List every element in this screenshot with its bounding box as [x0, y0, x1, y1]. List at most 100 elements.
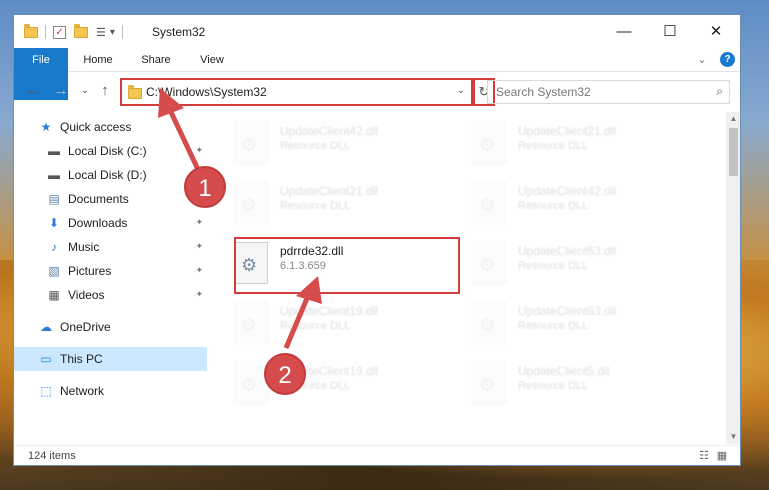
sidebar-item-local-disk-d[interactable]: ▬Local Disk (D:)✦ [14, 163, 207, 187]
sidebar-item-label: Network [60, 384, 105, 398]
file-description: Resource DLL [518, 140, 589, 152]
minimize-button[interactable]: — [601, 15, 647, 48]
file-item[interactable]: UpdateClient42.dll Resource DLL [234, 116, 464, 168]
status-bar: 124 items ☷ ▦ [14, 445, 740, 465]
folder-icon [128, 85, 142, 99]
ribbon-tabs: File Home Share View ⌄ ? [14, 48, 740, 100]
computer-icon: ▭ [40, 352, 52, 366]
file-item[interactable]: UpdateClient21.dll Resource DLL [472, 116, 702, 168]
sidebar-item-label: This PC [60, 352, 103, 366]
forward-button[interactable]: → [52, 81, 70, 101]
file-description: Resource DLL [280, 140, 351, 152]
tab-share[interactable]: Share [134, 48, 178, 72]
properties-icon[interactable]: ✓ [53, 25, 66, 39]
sidebar-item-network[interactable]: ⬚ Network [14, 379, 207, 403]
ribbon-expand-icon[interactable]: ⌄ [694, 48, 710, 72]
up-button[interactable]: ↑ [96, 81, 114, 101]
sidebar-item-music[interactable]: ♪ Music ✦ [14, 235, 207, 259]
file-description: Resource DLL [518, 260, 589, 272]
vertical-scrollbar[interactable]: ▲ ▼ [726, 112, 740, 444]
tab-home[interactable]: Home [76, 48, 120, 72]
star-icon: ★ [40, 120, 52, 134]
view-options-icon[interactable]: ☰ [96, 26, 106, 39]
search-input[interactable]: Search System32 ⌕ [487, 80, 730, 104]
chevron-down-icon[interactable]: ⌄ [457, 85, 465, 96]
file-item[interactable]: UpdateClient5.dll Resource DLL [472, 356, 702, 408]
toolbar-divider [45, 25, 46, 39]
file-name: UpdateClient5.dll [518, 364, 610, 378]
drive-icon: ▬ [48, 168, 60, 182]
maximize-button[interactable]: ☐ [647, 15, 693, 48]
sidebar-item-label: Local Disk (C:) [68, 144, 147, 158]
pin-icon[interactable]: ✦ [195, 289, 203, 300]
search-placeholder: Search System32 [496, 85, 591, 99]
download-icon: ⬇ [48, 216, 60, 230]
sidebar-item-label: Music [68, 240, 100, 254]
address-bar[interactable]: C:\Windows\System32 ⌄ ↻ [120, 78, 495, 106]
scroll-up-icon[interactable]: ▲ [726, 112, 740, 126]
item-count: 124 items [28, 450, 76, 462]
dll-file-icon [472, 362, 506, 404]
file-description: Resource DLL [280, 320, 351, 332]
file-description: Resource DLL [280, 200, 351, 212]
sidebar-item-label: Local Disk (D:) [68, 168, 147, 182]
tab-view[interactable]: View [190, 48, 234, 72]
dll-file-icon [234, 302, 268, 344]
large-icons-view-icon[interactable]: ▦ [715, 449, 729, 463]
file-item[interactable]: UpdateClient63.dll Resource DLL [472, 296, 702, 348]
title-bar: ✓ ☰ ▾ System32 — ☐ ✕ [14, 15, 740, 48]
sidebar-item-label: Documents [68, 192, 129, 206]
sidebar-item-videos[interactable]: ▦ Videos ✦ [14, 283, 207, 307]
file-name: UpdateClient63.dll [518, 244, 617, 258]
explorer-window: ✓ ☰ ▾ System32 — ☐ ✕ File Home Share Vie… [13, 14, 741, 466]
sidebar-item-label: Videos [68, 288, 105, 302]
address-row: ← → ⌄ ↑ C:\Windows\System32 ⌄ ↻ Search S… [14, 73, 740, 111]
details-view-icon[interactable]: ☷ [697, 449, 711, 463]
pin-icon[interactable]: ✦ [195, 217, 203, 228]
recent-locations-button[interactable]: ⌄ [76, 81, 94, 101]
pin-icon[interactable]: ✦ [195, 265, 203, 276]
sidebar-item-quick-access[interactable]: ★ Quick access [14, 115, 207, 139]
file-description: Resource DLL [518, 200, 589, 212]
help-icon[interactable]: ? [720, 52, 735, 67]
close-button[interactable]: ✕ [693, 15, 739, 48]
new-folder-icon[interactable] [74, 23, 88, 38]
address-path[interactable]: C:\Windows\System32 [146, 85, 267, 99]
file-item[interactable]: UpdateClient21.dll Resource DLL [234, 176, 464, 228]
dll-file-icon [472, 182, 506, 224]
file-name: UpdateClient42.dll [518, 184, 617, 198]
file-item[interactable]: UpdateClient19.dll Resource DLL [234, 296, 464, 348]
dll-file-icon [234, 122, 268, 164]
customize-toolbar-icon[interactable]: ▾ [110, 27, 115, 38]
sidebar-item-this-pc[interactable]: ▭ This PC [14, 347, 207, 371]
file-highlight-box [234, 237, 460, 294]
sidebar-item-downloads[interactable]: ⬇ Downloads ✦ [14, 211, 207, 235]
callout-1: 1 [184, 166, 226, 208]
pin-icon[interactable]: ✦ [195, 145, 203, 156]
window-title: System32 [152, 25, 206, 39]
scroll-down-icon[interactable]: ▼ [726, 430, 740, 444]
file-description: Resource DLL [518, 380, 589, 392]
scroll-thumb[interactable] [729, 128, 738, 176]
callout-2: 2 [264, 353, 306, 395]
pictures-icon: ▧ [48, 264, 60, 278]
folder-icon [24, 23, 38, 38]
dll-file-icon [472, 302, 506, 344]
music-icon: ♪ [51, 240, 57, 254]
sidebar-item-onedrive[interactable]: ☁ OneDrive [14, 315, 207, 339]
sidebar-item-local-disk-c[interactable]: ▬ Local Disk (C:) ✦ [14, 139, 207, 163]
file-item[interactable]: UpdateClient42.dll Resource DLL [472, 176, 702, 228]
quick-access-toolbar: ✓ ☰ ▾ [24, 23, 130, 40]
file-item[interactable]: UpdateClient63.dll Resource DLL [472, 236, 702, 288]
search-icon[interactable]: ⌕ [716, 84, 723, 99]
back-button[interactable]: ← [24, 81, 42, 101]
sidebar-item-label: Pictures [68, 264, 112, 278]
file-name: UpdateClient21.dll [280, 184, 379, 198]
sidebar-item-documents[interactable]: ▤Documents✦ [14, 187, 207, 211]
dll-file-icon [472, 122, 506, 164]
videos-icon: ▦ [48, 288, 60, 302]
sidebar-item-label: OneDrive [60, 320, 111, 334]
network-icon: ⬚ [40, 384, 52, 398]
pin-icon[interactable]: ✦ [195, 241, 203, 252]
sidebar-item-pictures[interactable]: ▧ Pictures ✦ [14, 259, 207, 283]
